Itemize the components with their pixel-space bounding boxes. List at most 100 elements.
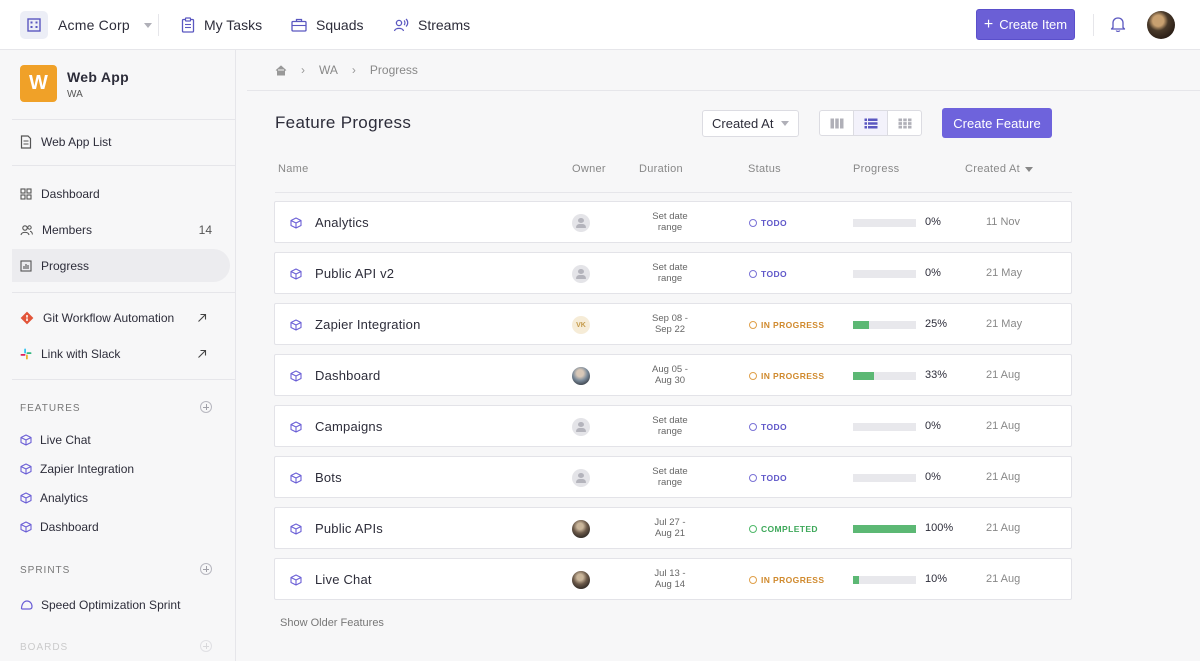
duration-value[interactable]: Jul 27 - Aug 21 bbox=[620, 517, 720, 539]
feature-name[interactable]: Dashboard bbox=[315, 368, 380, 383]
user-avatar[interactable] bbox=[1147, 11, 1175, 39]
assign-owner-icon[interactable] bbox=[572, 418, 590, 436]
cube-icon bbox=[20, 521, 32, 533]
add-board-icon[interactable] bbox=[200, 640, 212, 652]
show-older-features-link[interactable]: Show Older Features bbox=[280, 617, 384, 629]
table-row[interactable]: Live Chat Jul 13 - Aug 14 IN PROGRESS 10… bbox=[274, 558, 1072, 600]
sidebar-item-label: Git Workflow Automation bbox=[43, 310, 175, 325]
table-row[interactable]: Bots Set date range TODO 0% 21 Aug bbox=[274, 456, 1072, 498]
app-key: WA bbox=[67, 89, 83, 100]
nav-my-tasks[interactable]: My Tasks bbox=[181, 14, 262, 36]
status-badge[interactable]: COMPLETED bbox=[749, 524, 818, 534]
sidebar-feature-label: Live Chat bbox=[40, 433, 91, 447]
status-badge[interactable]: TODO bbox=[749, 269, 787, 279]
add-feature-icon[interactable] bbox=[200, 401, 212, 413]
sidebar-sprint-item[interactable]: Speed Optimization Sprint bbox=[20, 595, 180, 615]
sidebar-item-label: Link with Slack bbox=[41, 346, 121, 361]
list-icon bbox=[864, 118, 877, 128]
assign-owner-icon[interactable] bbox=[572, 214, 590, 232]
feature-name[interactable]: Analytics bbox=[315, 215, 369, 230]
breadcrumb-link-app[interactable]: WA bbox=[319, 63, 338, 77]
owner-avatar[interactable] bbox=[572, 520, 590, 538]
duration-value[interactable]: Set date range bbox=[620, 415, 720, 437]
list-view-button[interactable] bbox=[854, 111, 888, 135]
status-badge[interactable]: TODO bbox=[749, 218, 787, 228]
duration-value[interactable]: Set date range bbox=[620, 466, 720, 488]
duration-line: Set date bbox=[652, 262, 688, 273]
duration-line: Jul 27 - bbox=[654, 517, 686, 528]
status-badge[interactable]: IN PROGRESS bbox=[749, 575, 824, 585]
owner-avatar[interactable]: VK bbox=[572, 316, 590, 334]
assign-owner-icon[interactable] bbox=[572, 469, 590, 487]
create-feature-button[interactable]: Create Feature bbox=[942, 108, 1052, 138]
nav-squads[interactable]: Squads bbox=[291, 14, 363, 36]
duration-value[interactable]: Jul 13 - Aug 14 bbox=[620, 568, 720, 590]
duration-value[interactable]: Set date range bbox=[620, 211, 720, 233]
document-icon bbox=[20, 134, 32, 149]
top-bar: Acme Corp My Tasks Squads Streams + Crea… bbox=[0, 0, 1200, 50]
column-header-name[interactable]: Name bbox=[278, 163, 309, 175]
feature-name[interactable]: Public APIs bbox=[315, 521, 383, 536]
sidebar-feature-live-chat[interactable]: Live Chat bbox=[20, 430, 91, 450]
users-icon bbox=[20, 224, 33, 235]
owner-avatar[interactable] bbox=[572, 571, 590, 589]
feature-name[interactable]: Public API v2 bbox=[315, 266, 394, 281]
progress-bar bbox=[853, 474, 916, 482]
column-header-progress[interactable]: Progress bbox=[853, 163, 899, 175]
table-row[interactable]: Analytics Set date range TODO 0% 11 Nov bbox=[274, 201, 1072, 243]
app-badge: W bbox=[20, 65, 57, 102]
sidebar-feature-analytics[interactable]: Analytics bbox=[20, 488, 88, 508]
sidebar-item-members[interactable]: Members 14 bbox=[12, 213, 230, 246]
progress-percent: 25% bbox=[925, 318, 948, 330]
column-header-status[interactable]: Status bbox=[748, 163, 781, 175]
status-badge[interactable]: IN PROGRESS bbox=[749, 371, 824, 381]
create-item-label: Create Item bbox=[999, 17, 1068, 32]
slack-icon bbox=[20, 348, 32, 359]
create-item-button[interactable]: + Create Item bbox=[976, 9, 1075, 40]
sidebar-feature-zapier[interactable]: Zapier Integration bbox=[20, 459, 134, 479]
progress-fill bbox=[853, 576, 860, 584]
sidebar-feature-dashboard[interactable]: Dashboard bbox=[20, 517, 99, 537]
grid-view-button[interactable] bbox=[888, 111, 921, 135]
sort-value: Created At bbox=[712, 116, 774, 131]
table-row[interactable]: Zapier Integration VK Sep 08 - Sep 22 IN… bbox=[274, 303, 1072, 345]
feature-name[interactable]: Zapier Integration bbox=[315, 317, 421, 332]
owner-avatar[interactable] bbox=[572, 367, 590, 385]
created-date: 21 Aug bbox=[986, 522, 1021, 534]
board-view-button[interactable] bbox=[820, 111, 854, 135]
cube-icon bbox=[20, 492, 32, 504]
sidebar-item-progress[interactable]: Progress bbox=[12, 249, 230, 282]
sidebar-item-dashboard[interactable]: Dashboard bbox=[12, 177, 230, 210]
duration-value[interactable]: Sep 08 - Sep 22 bbox=[620, 313, 720, 335]
sidebar-item-web-app-list[interactable]: Web App List bbox=[12, 125, 230, 158]
sidebar-item-git-workflow[interactable]: Git Workflow Automation bbox=[12, 301, 230, 334]
table-row[interactable]: Public API v2 Set date range TODO 0% 21 … bbox=[274, 252, 1072, 294]
feature-name[interactable]: Live Chat bbox=[315, 572, 372, 587]
home-icon[interactable] bbox=[275, 64, 287, 76]
column-header-duration[interactable]: Duration bbox=[639, 163, 683, 175]
sidebar-item-slack[interactable]: Link with Slack bbox=[12, 337, 230, 370]
status-badge[interactable]: TODO bbox=[749, 473, 787, 483]
duration-value[interactable]: Set date range bbox=[620, 262, 720, 284]
divider bbox=[12, 379, 235, 380]
duration-value[interactable]: Aug 05 - Aug 30 bbox=[620, 364, 720, 386]
nav-streams[interactable]: Streams bbox=[393, 14, 470, 36]
org-switcher[interactable]: Acme Corp bbox=[20, 10, 152, 40]
assign-owner-icon[interactable] bbox=[572, 265, 590, 283]
table-row[interactable]: Dashboard Aug 05 - Aug 30 IN PROGRESS 33… bbox=[274, 354, 1072, 396]
status-badge[interactable]: TODO bbox=[749, 422, 787, 432]
feature-name[interactable]: Campaigns bbox=[315, 419, 383, 434]
sidebar-feature-label: Dashboard bbox=[40, 520, 99, 534]
add-sprint-icon[interactable] bbox=[200, 563, 212, 575]
created-date: 21 May bbox=[986, 267, 1023, 279]
feature-name[interactable]: Bots bbox=[315, 470, 342, 485]
table-row[interactable]: Campaigns Set date range TODO 0% 21 Aug bbox=[274, 405, 1072, 447]
column-header-created-at[interactable]: Created At bbox=[965, 163, 1033, 175]
cube-icon bbox=[290, 522, 302, 540]
progress-percent: 0% bbox=[925, 471, 941, 483]
status-badge[interactable]: IN PROGRESS bbox=[749, 320, 824, 330]
bell-icon[interactable] bbox=[1110, 15, 1126, 38]
column-header-owner[interactable]: Owner bbox=[572, 163, 606, 175]
table-row[interactable]: Public APIs Jul 27 - Aug 21 COMPLETED 10… bbox=[274, 507, 1072, 549]
sort-dropdown[interactable]: Created At bbox=[702, 110, 799, 137]
